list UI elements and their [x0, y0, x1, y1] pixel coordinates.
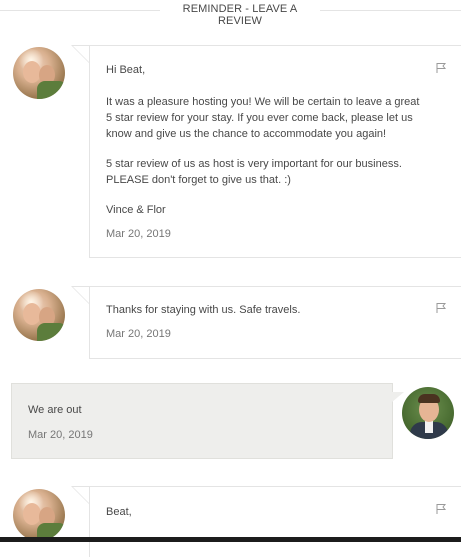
host-avatar[interactable]	[13, 47, 65, 99]
message-bubble: Thanks for staying with us. Safe travels…	[71, 286, 461, 359]
flag-icon[interactable]	[435, 302, 447, 314]
own-message-bubble: We are out Mar 20, 2019	[11, 383, 404, 459]
own-message-text: We are out	[28, 404, 82, 416]
message-date: Mar 20, 2019	[106, 228, 171, 240]
bottom-edge-bar	[0, 537, 461, 542]
own-message-date: Mar 20, 2019	[28, 429, 93, 441]
divider-line-right	[320, 10, 461, 11]
host-avatar[interactable]	[13, 289, 65, 341]
guest-avatar[interactable]	[402, 387, 454, 439]
message-bubble: Hi Beat, It was a pleasure hosting you! …	[71, 45, 461, 258]
message-greeting: Beat,	[106, 506, 132, 518]
message-bubble: Beat,	[71, 486, 461, 557]
message-paragraph: 5 star review of us as host is very impo…	[106, 158, 402, 186]
section-divider: REMINDER - LEAVE A REVIEW	[0, 0, 461, 27]
flag-icon[interactable]	[435, 503, 447, 515]
message-paragraph: It was a pleasure hosting you! We will b…	[106, 96, 420, 140]
message-signature: Vince & Flor	[106, 204, 166, 216]
flag-icon[interactable]	[435, 62, 447, 74]
message-text: Thanks for staying with us. Safe travels…	[106, 304, 301, 316]
host-avatar[interactable]	[13, 489, 65, 541]
divider-line-left	[0, 10, 160, 11]
message-greeting: Hi Beat,	[106, 64, 146, 76]
section-divider-label: REMINDER - LEAVE A REVIEW	[182, 3, 298, 27]
message-date: Mar 20, 2019	[106, 328, 171, 340]
